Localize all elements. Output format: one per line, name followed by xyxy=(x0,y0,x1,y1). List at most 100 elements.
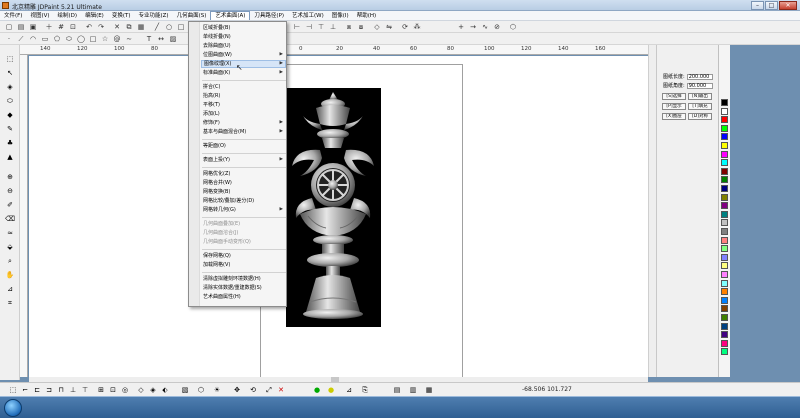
color-swatch[interactable] xyxy=(721,116,728,124)
line-icon[interactable]: ╱ xyxy=(152,22,162,32)
menu-item[interactable]: 清除实体数据/重建数据(S) xyxy=(203,284,285,292)
color-swatch[interactable] xyxy=(721,305,728,313)
text-icon[interactable]: T xyxy=(144,34,154,44)
fill-icon[interactable]: ▲ xyxy=(4,151,16,163)
snap-mid-icon[interactable]: ⊏ xyxy=(32,385,42,395)
marker-icon[interactable]: ● xyxy=(312,385,322,395)
menu-item[interactable]: 位图曲面(W) ▶ xyxy=(203,51,285,59)
menu-item[interactable]: 网格比较/叠加/差分(D) xyxy=(203,197,285,205)
vertical-scrollbar[interactable] xyxy=(648,45,656,377)
color-swatch[interactable] xyxy=(721,262,728,270)
menu-edit[interactable]: 编辑(E) xyxy=(81,11,108,20)
scale-view-icon[interactable]: ⤢ xyxy=(264,385,274,395)
menu-item[interactable]: 网格变换(B) xyxy=(203,188,285,196)
menu-item[interactable]: 保存网格(Q) xyxy=(203,252,285,260)
ortho-icon[interactable]: ⊞ xyxy=(96,385,106,395)
align-left-icon[interactable]: ⊢ xyxy=(292,22,302,32)
menu-geometric-surface[interactable]: 几何曲面(S) xyxy=(173,11,211,20)
mirror-icon[interactable]: ⇋ xyxy=(384,22,394,32)
move-icon[interactable]: ✥ xyxy=(232,385,242,395)
undo-icon[interactable]: ↶ xyxy=(84,22,94,32)
menu-item[interactable]: 网格合并(W) xyxy=(203,179,285,187)
stamp-icon[interactable]: ⬙ xyxy=(4,241,16,253)
pointer-icon[interactable]: ↖ xyxy=(4,67,16,79)
color-swatch[interactable] xyxy=(721,288,728,296)
delete-icon[interactable]: ✕ xyxy=(276,385,286,395)
group-icon[interactable]: ⧈ xyxy=(344,22,354,32)
ellipse-tool-icon[interactable]: ⬭ xyxy=(4,95,16,107)
menu-item[interactable]: 单线折叠(N) xyxy=(203,33,285,41)
hand-icon[interactable]: ✋ xyxy=(4,269,16,281)
dimension-icon[interactable]: ↔ xyxy=(156,34,166,44)
crop-icon[interactable]: ⌗ xyxy=(4,297,16,309)
color-swatch[interactable] xyxy=(721,133,728,141)
paint-icon[interactable]: ◆ xyxy=(4,109,16,121)
color-swatch[interactable] xyxy=(721,348,728,356)
menu-item[interactable]: 几何曲面手动变形(Q) xyxy=(203,238,285,246)
menu-item[interactable]: 等距面(O) xyxy=(203,142,285,150)
menu-toolpath[interactable]: 刀具路径(P) xyxy=(250,11,288,20)
menu-item[interactable]: 清除虚拟雕刻环境数据(H) xyxy=(203,275,285,283)
measure-tool-icon[interactable]: ⊿ xyxy=(344,385,354,395)
menu-file[interactable]: 文件(F) xyxy=(0,11,26,20)
polyline-icon[interactable]: ⟋ xyxy=(16,34,26,44)
layer-button[interactable]: [X]图层 xyxy=(662,113,686,120)
ungroup-icon[interactable]: ⧇ xyxy=(356,22,366,32)
array-icon[interactable]: ⁂ xyxy=(412,22,422,32)
color-swatch[interactable] xyxy=(721,228,728,235)
view-side-icon[interactable]: ⬖ xyxy=(160,385,170,395)
rectangle-icon[interactable]: ▭ xyxy=(40,34,50,44)
color-swatch[interactable] xyxy=(721,124,728,132)
relief-image[interactable] xyxy=(286,88,381,327)
snap-perp-icon[interactable]: ⊥ xyxy=(68,385,78,395)
rotate-view-icon[interactable]: ⟲ xyxy=(248,385,258,395)
menu-item[interactable]: 网格优化(Z) xyxy=(203,170,285,178)
color-swatch[interactable] xyxy=(721,99,728,106)
color-swatch[interactable] xyxy=(721,176,728,184)
start-button[interactable] xyxy=(4,399,22,417)
save-icon[interactable]: ▣ xyxy=(28,22,38,32)
menu-transform[interactable]: 变换(T) xyxy=(108,11,135,20)
menu-item[interactable]: 加载网格(V) xyxy=(203,261,285,269)
book-icon[interactable]: ▥ xyxy=(408,385,418,395)
shade-icon[interactable]: ▧ xyxy=(180,385,190,395)
polar-icon[interactable]: ◎ xyxy=(120,385,130,395)
snap-quad-icon[interactable]: ⊓ xyxy=(56,385,66,395)
color-swatch[interactable] xyxy=(721,142,728,149)
view-iso-icon[interactable]: ◈ xyxy=(148,385,158,395)
color-swatch[interactable] xyxy=(721,202,728,210)
snap-icon[interactable]: ⬚ xyxy=(8,385,18,395)
color-swatch[interactable] xyxy=(721,314,728,321)
menu-help[interactable]: 帮助(H) xyxy=(353,11,380,20)
point-icon[interactable]: · xyxy=(4,34,14,44)
bar-icon[interactable]: ▦ xyxy=(424,385,434,395)
menu-item[interactable]: 去除曲面(U) xyxy=(203,42,285,50)
grid-icon[interactable]: # xyxy=(56,22,66,32)
menu-item[interactable]: 区域折叠(B) xyxy=(203,24,285,32)
new-file-icon[interactable]: ▢ xyxy=(4,22,14,32)
measure-icon[interactable]: ⊿ xyxy=(4,283,16,295)
node-edit-icon[interactable]: ◈ xyxy=(4,81,16,93)
color-swatch[interactable] xyxy=(721,271,728,278)
pen-icon[interactable]: ✎ xyxy=(4,123,16,135)
paste-icon[interactable]: ▦ xyxy=(136,22,146,32)
color-swatch[interactable] xyxy=(721,185,728,192)
select-icon[interactable]: ⬚ xyxy=(4,53,16,65)
zoom-in-icon[interactable]: ⊕ xyxy=(4,171,16,183)
brush-icon[interactable]: ✐ xyxy=(4,199,16,211)
menu-image[interactable]: 图像(I) xyxy=(328,11,353,20)
menu-pro[interactable]: 专业功能(Z) xyxy=(135,11,173,20)
square-icon[interactable]: □ xyxy=(88,34,98,44)
minimize-button[interactable]: – xyxy=(751,1,764,10)
snap-tangent-icon[interactable]: ⊤ xyxy=(80,385,90,395)
angle-input[interactable]: 90.000 xyxy=(686,82,713,89)
copy-icon[interactable]: ⧉ xyxy=(124,22,134,32)
color-swatch[interactable] xyxy=(721,245,728,253)
tree-icon[interactable]: ♣ xyxy=(4,137,16,149)
menu-item[interactable]: 表面上投(Y) ▶ xyxy=(203,156,285,164)
smudge-icon[interactable]: ≈ xyxy=(4,227,16,239)
redo-icon[interactable]: ↷ xyxy=(96,22,106,32)
color-swatch[interactable] xyxy=(721,150,728,158)
magnifier-icon[interactable]: ⌕ xyxy=(4,255,16,267)
snap-center-icon[interactable]: ⊐ xyxy=(44,385,54,395)
